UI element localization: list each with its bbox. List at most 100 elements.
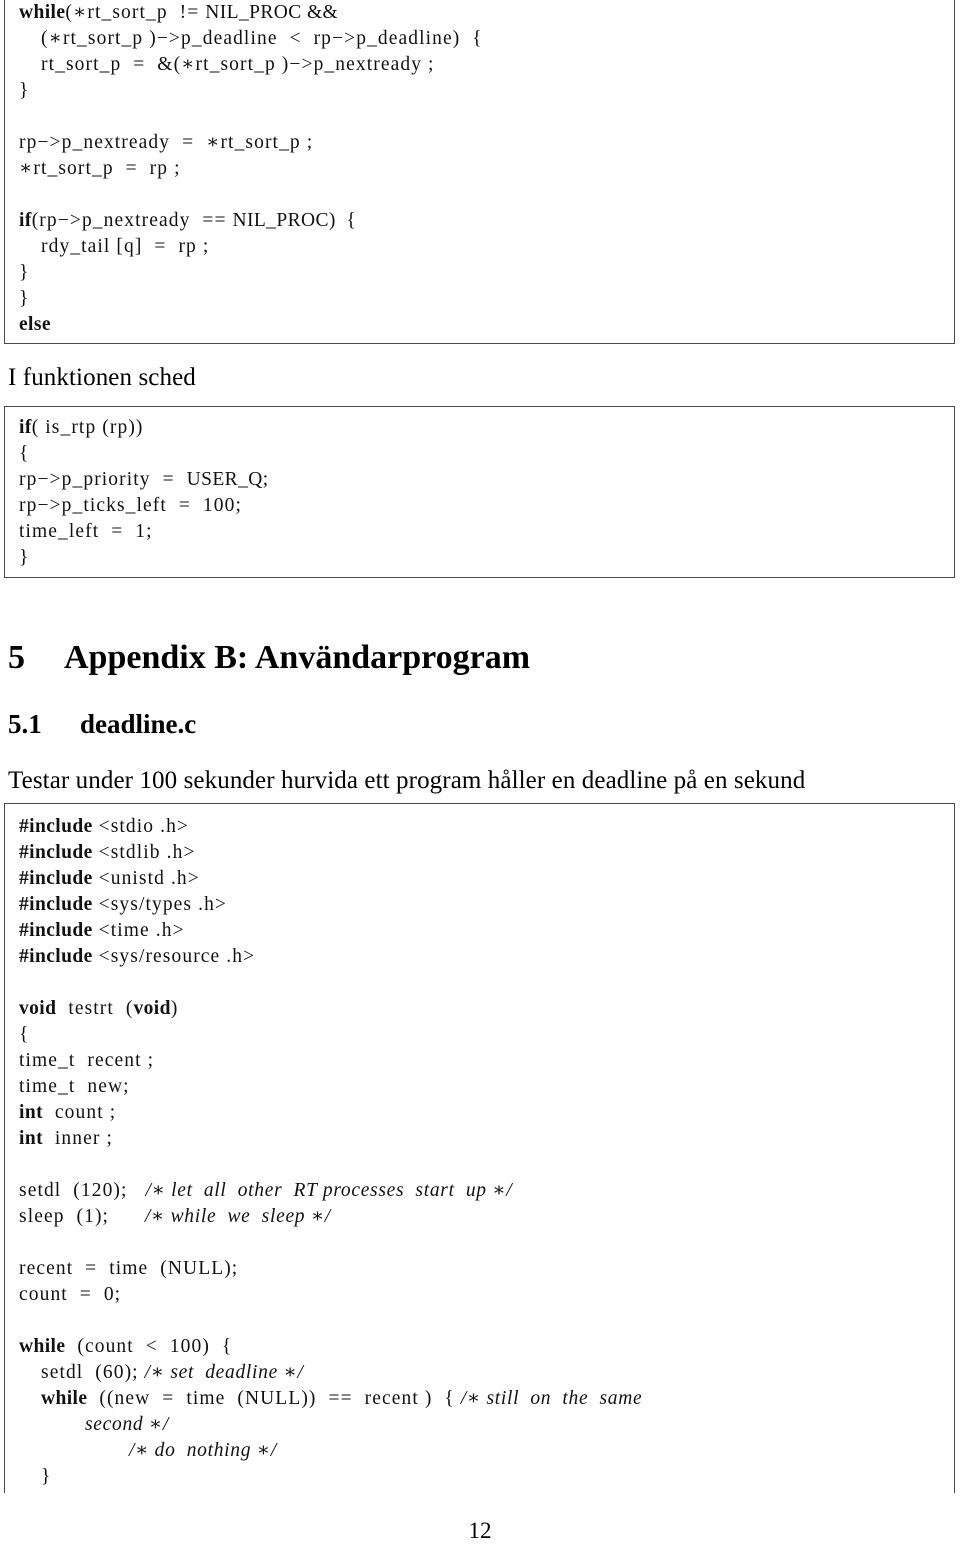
subsection-number: 5.1 [8, 709, 42, 739]
code-token: rdy_tail [q] = rp ; [41, 236, 210, 257]
code-line: while (count < 100) { [19, 1334, 954, 1360]
code-line: while ((new = time (NULL)) == recent ) {… [19, 1386, 954, 1412]
code-token: } [19, 288, 30, 309]
code-token: { [19, 443, 30, 464]
code-token: NIL_PROC) { [232, 210, 357, 231]
code-token: count ; [42, 1102, 117, 1123]
code-line: #include <unistd .h> [19, 866, 954, 892]
code-line: rp−>p_priority = USER_Q; [19, 467, 954, 493]
code-token: setdl (120); [19, 1180, 146, 1201]
code-line: #include <stdio .h> [19, 814, 954, 840]
code-token: /∗ while we sleep ∗/ [144, 1206, 331, 1227]
code-token: int [19, 1102, 43, 1123]
code-token: <sys/resource .h> [92, 946, 256, 967]
code-token: #include [19, 894, 93, 915]
code-line: rp−>p_ticks_left = 100; [19, 493, 954, 519]
code-lines: while(∗rt_sort_p != NIL_PROC && (∗rt_sort… [5, 0, 954, 343]
code-token: #include [19, 946, 93, 967]
code-line: #include <stdlib .h> [19, 840, 954, 866]
code-token: rp−>p_nextready = ∗rt_sort_p ; [19, 132, 314, 153]
code-line: (∗rt_sort_p )−>p_deadline < rp−>p_deadli… [19, 26, 954, 52]
code-listing-deadline-c: #include <stdio .h> #include <stdlib .h> #… [4, 803, 955, 1493]
code-line: setdl (60); /∗ set deadline ∗/ [19, 1360, 954, 1386]
code-token: <unistd .h> [92, 868, 200, 889]
code-line: } [19, 1464, 954, 1490]
code-line: } [19, 286, 954, 312]
code-token: /∗ do nothing ∗/ [129, 1440, 277, 1461]
code-token: while [41, 1388, 88, 1409]
code-token: rp−>p_priority = [19, 469, 187, 490]
code-token: if [19, 210, 32, 231]
code-token: testrt ( [56, 998, 134, 1019]
code-token: } [19, 547, 30, 568]
page-number: 12 [468, 1518, 492, 1543]
code-line: count = 0; [19, 1282, 954, 1308]
code-listing-sched-rtp: if( is_rtp (rp)){ rp−>p_priority = USER_Q… [4, 406, 955, 578]
code-line: time_t recent ; [19, 1048, 954, 1074]
code-line: { [19, 1022, 954, 1048]
code-token: <stdio .h> [92, 816, 190, 837]
code-line: time_t new; [19, 1074, 954, 1100]
section-number: 5 [8, 639, 25, 676]
code-line: if( is_rtp (rp)) [19, 415, 954, 441]
code-line: rp−>p_nextready = ∗rt_sort_p ; [19, 130, 954, 156]
code-line: if(rp−>p_nextready == NIL_PROC) { [19, 208, 954, 234]
code-lines: #include <stdio .h> #include <stdlib .h> #… [5, 804, 954, 1493]
code-token: setdl (60); [41, 1362, 145, 1383]
code-token: while [19, 2, 66, 23]
section-title: Appendix B: Användarprogram [64, 639, 531, 676]
code-line: ∗rt_sort_p = rp ; [19, 156, 954, 182]
code-token: ∗rt_sort_p = rp ; [19, 158, 181, 179]
code-token: sleep (1); [19, 1206, 145, 1227]
code-token: count = 0; [19, 1284, 122, 1305]
code-line: recent = time (NULL); [19, 1256, 954, 1282]
code-token: inner ; [42, 1128, 113, 1149]
code-line: int inner ; [19, 1126, 954, 1152]
code-token: while [19, 1336, 66, 1357]
code-line: #include <time .h> [19, 918, 954, 944]
code-token: rt_sort_p = &(∗rt_sort_p )−>p_nextready … [41, 54, 435, 75]
code-token: #include [19, 920, 93, 941]
code-line: #include <sys/types .h> [19, 892, 954, 918]
code-listing-sched-insert: while(∗rt_sort_p != NIL_PROC && (∗rt_sort… [4, 0, 955, 344]
paragraph-testar-under-100-sekunder: Testar under 100 sekunder hurvida ett pr… [8, 767, 806, 794]
code-line: time_left = 1; [19, 519, 954, 545]
code-line: rt_sort_p = &(∗rt_sort_p )−>p_nextready … [19, 52, 954, 78]
code-token: if [19, 417, 32, 438]
code-line: second ∗/ [19, 1412, 954, 1438]
code-token: #include [19, 816, 93, 837]
code-token: /∗ set deadline ∗/ [144, 1362, 304, 1383]
code-line: { [19, 441, 954, 467]
code-token: ) [170, 998, 179, 1019]
code-line: } [19, 78, 954, 104]
code-token: void [133, 998, 171, 1019]
subsection-title: deadline.c [80, 709, 197, 739]
code-token: { [19, 1024, 30, 1045]
document-page: while(∗rt_sort_p != NIL_PROC && (∗rt_sort… [0, 0, 960, 1565]
code-token: NIL_PROC && [205, 2, 339, 23]
code-token: int [19, 1128, 43, 1149]
code-token: <stdlib .h> [92, 842, 196, 863]
code-token: time_t new; [19, 1076, 130, 1097]
code-token: time_left = 1; [19, 521, 153, 542]
code-token: (∗rt_sort_p != [65, 2, 206, 23]
code-token: } [19, 80, 30, 101]
code-token: /∗ let all other RT processes start up ∗… [145, 1180, 513, 1201]
code-token: (∗rt_sort_p )−>p_deadline < rp−>p_deadli… [41, 28, 483, 49]
code-token: } [19, 262, 30, 283]
code-token: time_t recent ; [19, 1050, 155, 1071]
code-line: } [19, 545, 954, 571]
code-token: /∗ still on the same [460, 1388, 643, 1409]
page-title-section-5: 5 Appendix B: Användarprogram [8, 638, 530, 678]
code-line: rdy_tail [q] = rp ; [19, 234, 954, 260]
code-line: void testrt (void) [19, 996, 954, 1022]
code-token: ((new = time (NULL)) == recent ) { [87, 1388, 461, 1409]
code-line: sleep (1); /∗ while we sleep ∗/ [19, 1204, 954, 1230]
code-line: } [19, 260, 954, 286]
code-token: #include [19, 868, 93, 889]
code-line: #include <sys/resource .h> [19, 944, 954, 970]
